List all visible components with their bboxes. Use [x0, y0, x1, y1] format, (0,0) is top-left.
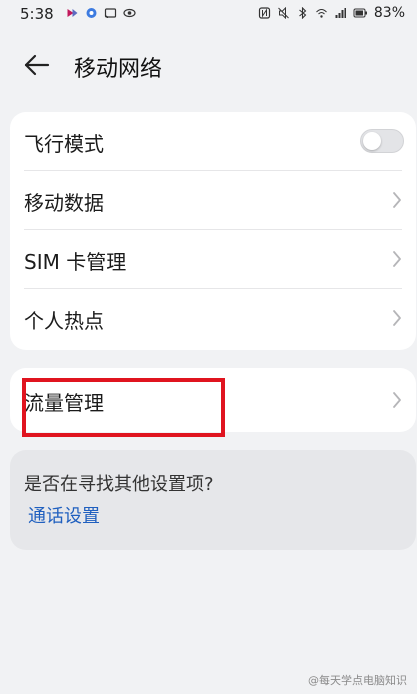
battery-percent: 83%	[373, 5, 405, 21]
status-right-icons: 83%	[258, 5, 405, 21]
row-personal-hotspot[interactable]: 个人热点	[10, 289, 416, 347]
mute-icon	[278, 7, 289, 19]
airplane-mode-toggle[interactable]	[360, 129, 404, 153]
header: 移动网络	[0, 40, 417, 90]
eye-icon	[123, 8, 136, 18]
status-bar: 5:38 83%	[0, 0, 417, 28]
row-label-data-usage: 流量管理	[24, 391, 104, 415]
nfc-icon	[258, 7, 270, 19]
row-label-personal-hotspot: 个人热点	[24, 309, 104, 333]
page-title: 移动网络	[74, 57, 163, 82]
status-time: 5:38	[20, 5, 54, 23]
signal-icon	[335, 8, 346, 18]
chevron-right-icon	[393, 251, 401, 267]
settings-card-data-usage: 流量管理	[10, 368, 416, 432]
suggestion-card: 是否在寻找其他设置项? 通话设置	[10, 450, 416, 550]
notification-icon	[67, 9, 78, 17]
arrow-left-icon	[24, 54, 50, 76]
bluetooth-icon	[299, 7, 307, 19]
settings-card-main: 飞行模式 移动数据 SIM 卡管理 个人热点	[10, 112, 416, 350]
status-left-icons	[66, 7, 136, 19]
watermark: @每天学点电脑知识	[308, 674, 407, 687]
battery-icon	[353, 8, 367, 18]
row-mobile-data[interactable]: 移动数据	[10, 171, 416, 229]
message-icon	[86, 8, 97, 18]
toggle-knob	[363, 132, 381, 150]
row-label-airplane-mode: 飞行模式	[24, 132, 104, 156]
chevron-right-icon	[393, 192, 401, 208]
chevron-right-icon	[393, 392, 401, 408]
row-label-sim-management: SIM 卡管理	[24, 250, 127, 274]
back-button[interactable]	[20, 48, 54, 82]
suggestion-question: 是否在寻找其他设置项?	[24, 474, 214, 495]
row-label-mobile-data: 移动数据	[24, 191, 104, 215]
row-data-usage-management[interactable]: 流量管理	[10, 371, 416, 429]
call-settings-link[interactable]: 通话设置	[28, 502, 100, 528]
row-airplane-mode[interactable]: 飞行模式	[10, 112, 416, 170]
wifi-icon	[316, 9, 327, 18]
chevron-right-icon	[393, 310, 401, 326]
cast-icon	[104, 8, 117, 19]
row-sim-management[interactable]: SIM 卡管理	[10, 230, 416, 288]
